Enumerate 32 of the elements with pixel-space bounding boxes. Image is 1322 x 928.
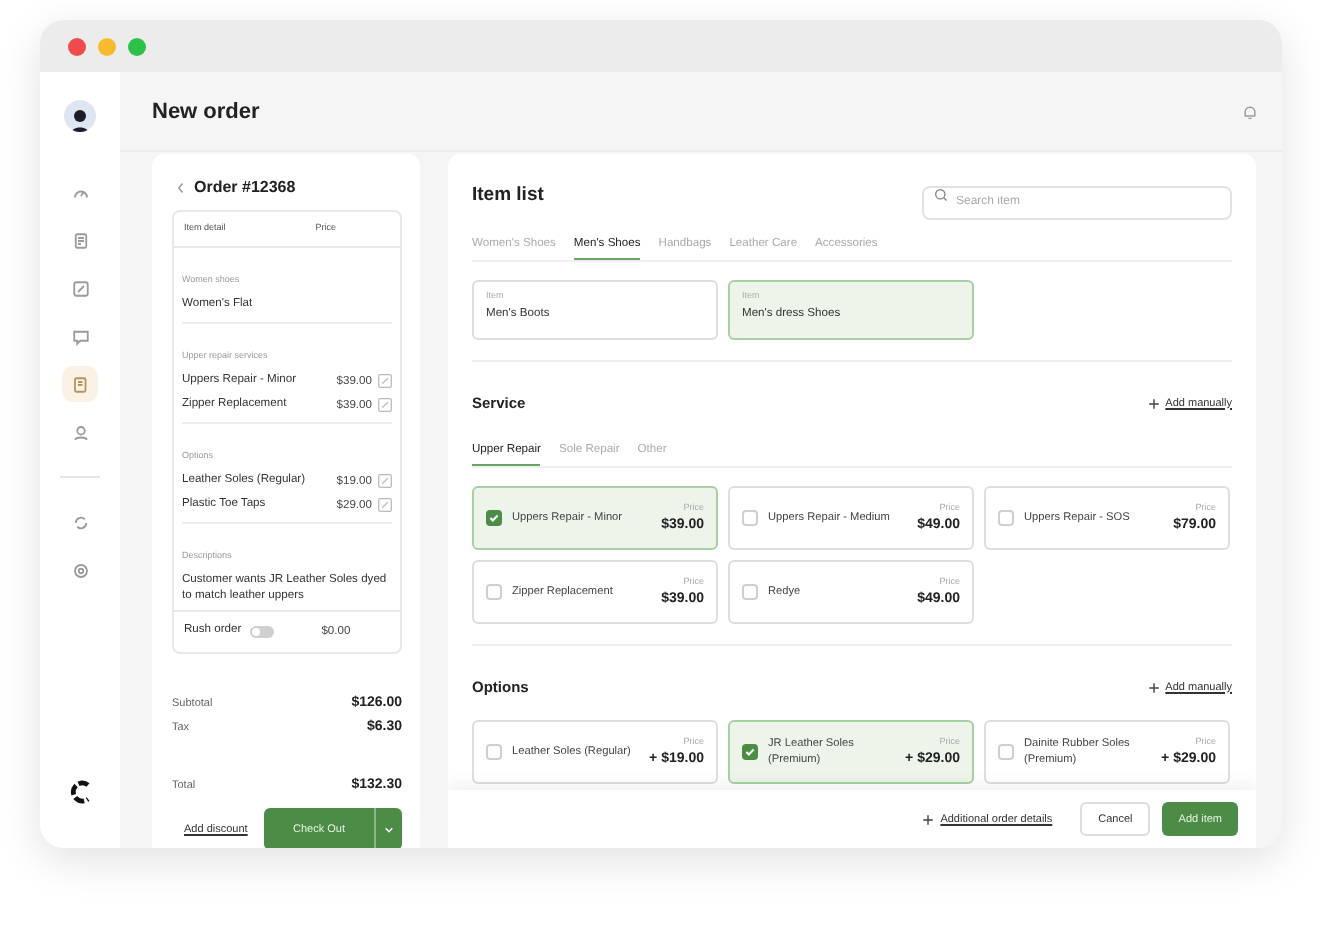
- caret-icon: [384, 825, 394, 834]
- plus-icon: [1147, 397, 1160, 409]
- checkout-menu-button[interactable]: [374, 808, 402, 848]
- avatar-icon[interactable]: [64, 100, 96, 132]
- rush-order-toggle[interactable]: [249, 626, 274, 639]
- minimize-icon[interactable]: [98, 37, 116, 55]
- edit-icon[interactable]: [378, 398, 392, 412]
- sync-icon: [73, 515, 87, 529]
- receipt-icon: [73, 232, 87, 248]
- maximize-icon[interactable]: [128, 37, 146, 55]
- page-title: New order: [152, 99, 260, 123]
- bell-icon[interactable]: [1242, 103, 1258, 119]
- checkbox[interactable]: [486, 510, 502, 526]
- check-icon: [744, 746, 756, 758]
- chat-icon: [72, 329, 88, 345]
- back-icon[interactable]: [176, 181, 186, 193]
- checkbox[interactable]: [742, 744, 758, 760]
- order-title: Order #12368: [194, 178, 296, 196]
- gauge-icon: [73, 189, 87, 198]
- edit-icon[interactable]: [378, 374, 392, 388]
- search-icon: [934, 188, 948, 202]
- plus-icon: [922, 813, 935, 825]
- check-icon: [488, 512, 500, 524]
- close-icon[interactable]: [68, 37, 86, 55]
- logo-icon: [69, 780, 91, 804]
- edit-icon[interactable]: [378, 474, 392, 488]
- document-icon: [73, 376, 86, 392]
- settings-icon: [73, 563, 87, 577]
- plus-icon: [1147, 681, 1160, 693]
- users-icon: [73, 425, 87, 440]
- edit-icon[interactable]: [378, 498, 392, 512]
- item-list-title: Item list: [472, 184, 544, 206]
